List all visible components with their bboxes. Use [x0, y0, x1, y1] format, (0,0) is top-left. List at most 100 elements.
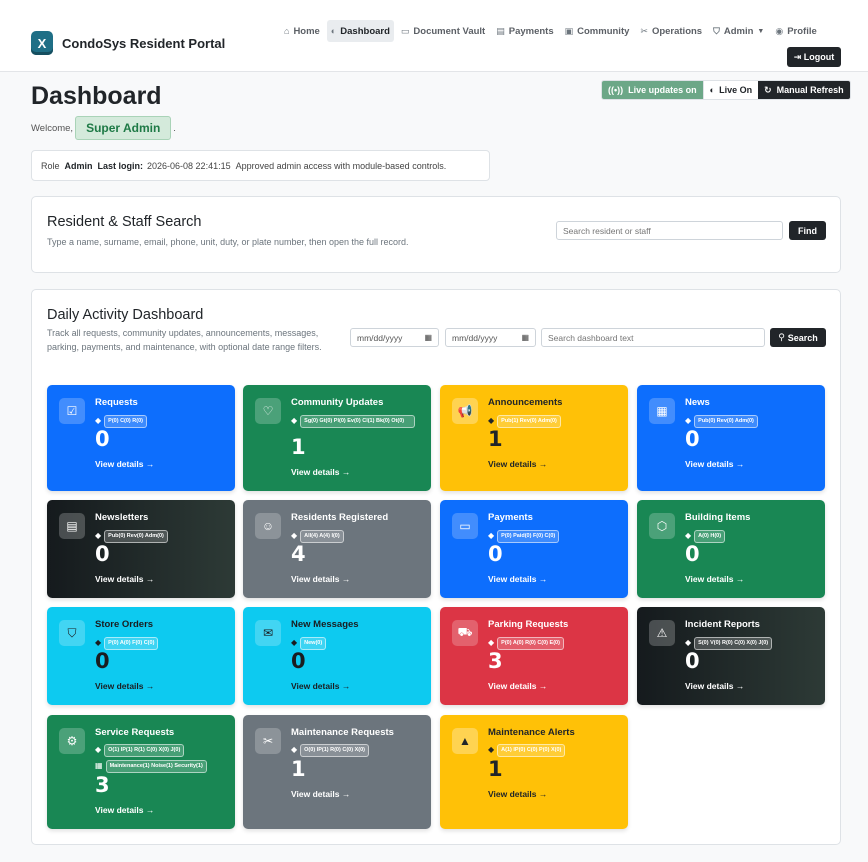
tile-announcements[interactable]: 📢 Announcements ◆ Pub(1) Rev(0) Adm(0) 1 …	[440, 385, 628, 491]
tile-title: Incident Reports	[685, 619, 760, 630]
tile-count: 1	[291, 435, 306, 459]
chat-heart-icon: ♡	[255, 398, 281, 424]
tile-incident-reports[interactable]: ⚠ Incident Reports ◆ S(0) V(0) R(0) C(0) …	[637, 607, 825, 705]
person-circle-icon: ◉	[775, 25, 784, 36]
tile-count: 0	[95, 427, 110, 451]
folder-icon: ▭	[400, 25, 410, 36]
tile-parking-requests[interactable]: ⛟ Parking Requests ◆ P(0) A(0) R(0) C(0) …	[440, 607, 628, 705]
tag-icon: ◆	[95, 531, 102, 540]
dashboard-search-button[interactable]: ⚲ Search	[770, 328, 826, 347]
refresh-icon: ↻	[764, 84, 772, 95]
tile-count: 1	[291, 757, 306, 781]
tag-icon: ◆	[488, 416, 495, 425]
tile-tag-badge: P(0) C(0) R(0)	[104, 415, 147, 428]
tile-count: 4	[291, 542, 306, 566]
view-details-link[interactable]: View details →	[488, 789, 547, 799]
tile-news[interactable]: ▦ News ◆ Pub(0) Rev(0) Adm(0) 0 View deta…	[637, 385, 825, 491]
nav-admin[interactable]: ⛉ Admin ▼	[709, 20, 768, 42]
credit-card-icon: ▭	[452, 513, 478, 539]
nav-dashboard-label: Dashboard	[340, 25, 390, 37]
view-details-link[interactable]: View details →	[95, 459, 154, 469]
view-details-link[interactable]: View details →	[291, 789, 350, 799]
tile-residents-registered[interactable]: ☺ Residents Registered ◆ All(4) A(4) I(0)…	[243, 500, 431, 598]
tag-icon: ◆	[95, 638, 102, 647]
live-toggle-button[interactable]: ◐ Live On	[702, 81, 759, 99]
dashboard-search-input[interactable]	[541, 328, 765, 347]
view-details-link[interactable]: View details →	[488, 574, 547, 584]
tile-tag-badge: S(0) V(0) R(0) C(0) X(0) J(0)	[694, 637, 773, 650]
date-to-input[interactable]: mm/dd/yyyy ▦	[445, 328, 536, 347]
view-details-link[interactable]: View details →	[95, 805, 154, 815]
tile-store-orders[interactable]: ⛉ Store Orders ◆ P(0) A(0) F(0) C(0) 0 Vi…	[47, 607, 235, 705]
tag-icon: ◆	[685, 416, 692, 425]
last-login-value: 2026-06-08 22:41:15	[147, 160, 231, 171]
nav-home[interactable]: ⌂ Home	[280, 20, 324, 42]
search-card-title: Resident & Staff Search	[47, 214, 202, 230]
nav-operations[interactable]: ✂ Operations	[636, 20, 706, 42]
tile-requests[interactable]: ☑ Requests ◆ P(0) C(0) R(0) 0 View detail…	[47, 385, 235, 491]
resident-search-input[interactable]	[556, 221, 783, 240]
view-details-link[interactable]: View details →	[291, 681, 350, 691]
tile-service-requests[interactable]: ⚙ Service Requests ◆ O(1) IP(1) R(1) C(0)…	[47, 715, 235, 829]
resident-search-card: Resident & Staff Search Type a name, sur…	[31, 196, 841, 273]
manual-refresh-button[interactable]: ↻ Manual Refresh	[758, 81, 850, 99]
view-details-link[interactable]: View details →	[291, 467, 350, 477]
nav-profile-label: Profile	[787, 25, 817, 37]
tile-title: Newsletters	[95, 512, 149, 523]
tile-title: Maintenance Requests	[291, 727, 394, 738]
view-details-link[interactable]: View details →	[291, 574, 350, 584]
tile-title: Announcements	[488, 397, 563, 408]
nav-payments[interactable]: ▤ Payments	[492, 20, 557, 42]
calendar-icon: ▦	[424, 333, 432, 342]
view-details-link[interactable]: View details →	[95, 574, 154, 584]
view-details-link[interactable]: View details →	[685, 574, 744, 584]
view-details-link[interactable]: View details →	[488, 681, 547, 691]
tile-payments[interactable]: ▭ Payments ◆ P(0) Paid(0) F(0) C(0) 0 Vie…	[440, 500, 628, 598]
tile-count: 0	[685, 427, 700, 451]
date-from-input[interactable]: mm/dd/yyyy ▦	[350, 328, 439, 347]
view-details-link[interactable]: View details →	[685, 681, 744, 691]
tile-community-updates[interactable]: ♡ Community Updates ◆ Sg(0) Gt(0) Pl(0) E…	[243, 385, 431, 491]
car-icon: ⛟	[452, 620, 478, 646]
nav-community[interactable]: ▣ Community	[561, 20, 634, 42]
tile-title: Maintenance Alerts	[488, 727, 575, 738]
tag-icon: ◆	[488, 745, 495, 754]
tile-tag-badge: P(0) Paid(0) F(0) C(0)	[497, 530, 560, 543]
brand[interactable]: X CondoSys Resident Portal	[31, 31, 225, 55]
nav-profile[interactable]: ◉ Profile	[771, 20, 820, 42]
page-title: Dashboard	[31, 82, 162, 110]
tag-icon: ◆	[488, 638, 495, 647]
tile-newsletters[interactable]: ▤ Newsletters ◆ Pub(0) Rev(0) Adm(0) 0 Vi…	[47, 500, 235, 598]
tile-tag-badge: Sg(0) Gt(0) Pl(0) Ev(0) Cl(1) Bk(0) Ot(0…	[300, 415, 416, 428]
bag-check-icon: ⛉	[59, 620, 85, 646]
activity-title: Daily Activity Dashboard	[47, 307, 204, 323]
tile-tags-categories: ▦ Maintenance(1) Noise(1) Security(1)	[95, 760, 207, 773]
nav-dashboard[interactable]: ◐ Dashboard	[326, 20, 394, 42]
tile-tags: ◆ O(1) IP(1) R(1) C(0) X(0) J(0)	[95, 744, 185, 757]
tile-tag-badge: Maintenance(1) Noise(1) Security(1)	[105, 760, 207, 773]
tile-tag-badge: All(4) A(4) I(0)	[300, 530, 344, 543]
tile-count: 0	[95, 649, 110, 673]
nav-document-vault[interactable]: ▭ Document Vault	[397, 20, 489, 42]
search-icon: ⚲	[778, 332, 785, 342]
tile-count: 0	[95, 542, 110, 566]
find-button[interactable]: Find	[789, 221, 826, 240]
tile-maintenance-requests[interactable]: ✂ Maintenance Requests ◆ O(0) IP(1) R(0) …	[243, 715, 431, 829]
role-info-box: Role Admin Last login: 2026-06-08 22:41:…	[31, 150, 490, 181]
tile-new-messages[interactable]: ✉ New Messages ◆ New(0) 0 View details →	[243, 607, 431, 705]
tag-icon: ◆	[95, 416, 102, 425]
nav-home-label: Home	[293, 25, 320, 37]
nav-operations-label: Operations	[651, 25, 703, 37]
chat-icon: ▣	[564, 25, 574, 36]
view-details-link[interactable]: View details →	[95, 681, 154, 691]
shield-icon: ⛉	[713, 25, 720, 36]
view-details-link[interactable]: View details →	[488, 459, 547, 469]
view-details-link[interactable]: View details →	[685, 459, 744, 469]
tile-maintenance-alerts[interactable]: ▲ Maintenance Alerts ◆ A(1) IP(0) C(0) P(…	[440, 715, 628, 829]
tile-tag-badge: Pub(0) Rev(0) Adm(0)	[104, 530, 168, 543]
credit-card-icon: ▤	[496, 25, 505, 36]
clipboard-check-icon: ☑	[59, 398, 85, 424]
tile-tag-badge: Pub(0) Rev(0) Adm(0)	[694, 415, 758, 428]
tile-building-items[interactable]: ⬡ Building Items ◆ A(0) H(0) 0 View detai…	[637, 500, 825, 598]
logout-button[interactable]: ⇥ Logout	[787, 47, 841, 67]
